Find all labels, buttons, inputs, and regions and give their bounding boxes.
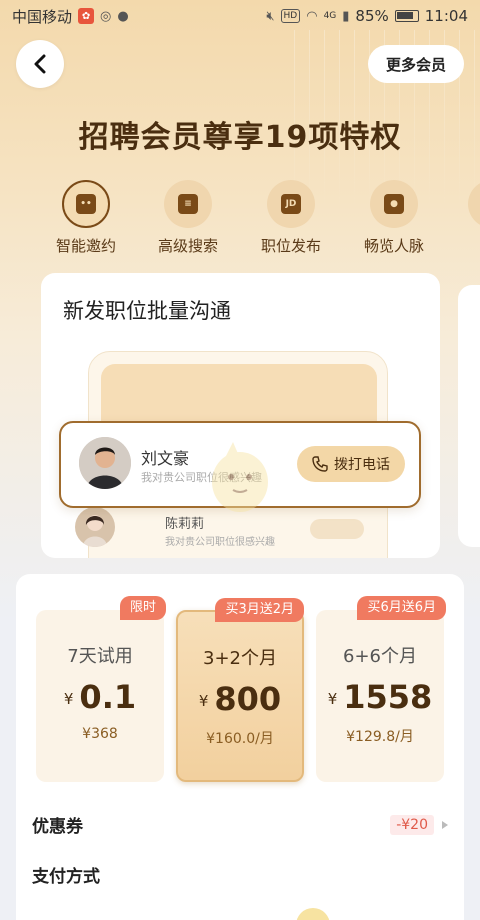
currency-symbol: ¥	[63, 690, 74, 708]
price-value: 0.1	[79, 678, 137, 716]
plan-option-3plus2[interactable]: 买3月送2月 3+2个月 ¥800 ¥160.0/月	[176, 598, 304, 782]
plan-option-trial[interactable]: 限时 7天试用 ¥0.1 ¥368	[36, 596, 166, 782]
coupon-row[interactable]: 优惠券 -¥20	[32, 812, 448, 837]
tab-job-posting[interactable]: JD 职位发布	[246, 180, 336, 256]
mute-icon: 🔇︎	[266, 8, 275, 24]
price-value: 800	[214, 680, 282, 718]
coupon-label: 优惠券	[32, 817, 83, 837]
tab-smart-invite[interactable]: •• 智能邀约	[41, 180, 131, 256]
more-members-button[interactable]: 更多会员	[367, 45, 464, 83]
battery-icon	[394, 10, 419, 22]
search-list-icon: ≡	[178, 194, 198, 214]
payment-method-row[interactable]: 支付方式	[32, 862, 448, 887]
signal-icon: ▮	[342, 8, 350, 24]
placeholder-pill	[310, 519, 364, 539]
privilege-tabs: •• 智能邀约 ≡ 高级搜索 JD 职位发布 ● 畅览人脉	[0, 180, 480, 260]
person-icon: ●	[384, 194, 404, 214]
candidate-name: 刘文豪	[141, 449, 190, 468]
plan-price: ¥0.1	[36, 678, 164, 716]
plan-unit-price: ¥129.8/月	[346, 729, 414, 745]
chat-robot-icon: ••	[76, 194, 96, 214]
plan-unit-price: ¥160.0/月	[206, 731, 274, 747]
clock: 11:04	[424, 7, 468, 25]
mascot-watermark	[212, 442, 268, 512]
currency-symbol: ¥	[198, 692, 209, 710]
tab-advanced-search[interactable]: ≡ 高级搜索	[143, 180, 233, 256]
carrier-label: 中国移动	[12, 7, 73, 26]
plan-price: ¥800	[178, 680, 302, 718]
message-icon: ●	[117, 8, 129, 24]
avatar	[75, 507, 115, 547]
plan-name: 3+2个月	[203, 648, 277, 669]
plan-option-6plus6[interactable]: 买6月送6月 6+6个月 ¥1558 ¥129.8/月	[316, 596, 446, 782]
back-button[interactable]	[16, 40, 64, 88]
price-value: 1558	[343, 678, 433, 716]
tab-label: 职位发布	[260, 237, 321, 255]
coupon-value: -¥20	[390, 814, 434, 835]
plans-panel: 限时 7天试用 ¥0.1 ¥368 买3月送2月 3+2个月 ¥800 ¥160…	[16, 574, 464, 920]
plan-name: 7天试用	[67, 646, 133, 667]
tab-label: 高级搜索	[157, 237, 218, 255]
status-bar: 中国移动 ✿ ◎ ● 🔇︎ HD ◠ 4G ▮ 85% 11:04	[0, 0, 480, 32]
call-button[interactable]: 拨打电话	[297, 446, 405, 482]
tab-label: 智能邀约	[55, 237, 116, 255]
tab-partial[interactable]	[468, 180, 480, 228]
plan-badge: 限时	[119, 596, 166, 620]
avatar	[79, 437, 131, 489]
tab-browse-contacts[interactable]: ● 畅览人脉	[349, 180, 439, 256]
feature-title: 新发职位批量沟通	[63, 299, 231, 323]
payment-label: 支付方式	[32, 867, 100, 887]
phone-icon	[312, 456, 328, 472]
next-feature-card[interactable]	[458, 285, 480, 547]
signal-type: 4G	[323, 11, 337, 21]
plan-badge: 买3月送2月	[215, 598, 304, 622]
plan-price: ¥1558	[316, 678, 444, 716]
wifi-icon: ◠	[306, 8, 318, 24]
hd-icon: HD	[280, 9, 301, 23]
chevron-right-icon	[442, 820, 448, 829]
battery-percent: 85%	[355, 7, 389, 25]
plan-unit-price: ¥368	[82, 726, 118, 742]
wechat-icon: ◎	[100, 8, 112, 24]
tab-label: 畅览人脉	[363, 237, 424, 255]
candidate-message: 我对贵公司职位很感兴趣	[165, 537, 275, 548]
currency-symbol: ¥	[327, 690, 338, 708]
call-button-label: 拨打电话	[334, 457, 390, 473]
plan-name: 6+6个月	[343, 646, 417, 667]
page-title: 招聘会员尊享19项特权	[78, 120, 402, 155]
jd-briefcase-icon: JD	[281, 194, 301, 214]
app-notification-icon: ✿	[78, 8, 95, 24]
chevron-left-icon	[34, 54, 46, 74]
plan-badge: 买6月送6月	[357, 596, 446, 620]
